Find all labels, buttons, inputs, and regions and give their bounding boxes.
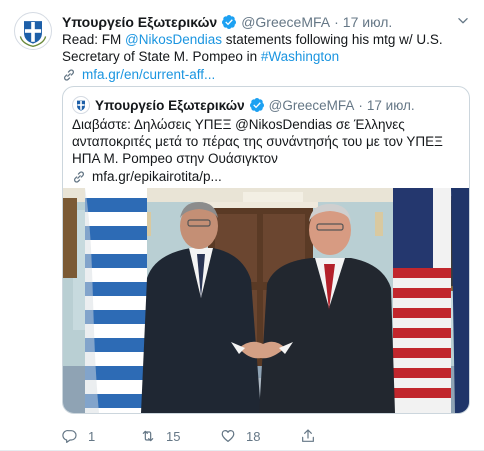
coat-of-arms-icon bbox=[73, 97, 89, 113]
verified-badge-icon bbox=[222, 15, 237, 29]
tweet-url[interactable]: mfa.gr/en/current-aff... bbox=[62, 66, 472, 83]
separator-dot: · bbox=[358, 97, 363, 113]
author-name[interactable]: Υπουργείο Εξωτερικών bbox=[62, 14, 217, 30]
quoted-author-handle: @GreeceMFA bbox=[268, 97, 355, 113]
quoted-tweet-text: Διαβάστε: Δηλώσεις ΥΠΕΞ @NikosDendias σε… bbox=[72, 116, 464, 185]
tweet-header: Υπουργείο Εξωτερικών @GreeceMFA · 17 июл… bbox=[62, 12, 456, 32]
author-handle[interactable]: @GreeceMFA bbox=[241, 14, 330, 30]
coat-of-arms-icon bbox=[15, 13, 51, 49]
quoted-timestamp: 17 июл. bbox=[366, 97, 415, 113]
reply-button[interactable]: 1 bbox=[62, 426, 95, 446]
tweet-timestamp[interactable]: 17 июл. bbox=[343, 14, 393, 30]
share-button[interactable] bbox=[300, 426, 326, 446]
like-button[interactable]: 18 bbox=[220, 426, 260, 446]
tweet-text: Read: FM @NikosDendias statements follow… bbox=[62, 31, 472, 83]
tweet-actions: 1 15 18 bbox=[62, 426, 362, 446]
retweet-icon bbox=[142, 430, 154, 442]
link-icon bbox=[64, 68, 74, 81]
quoted-tweet-url: mfa.gr/epikairotita/p... bbox=[72, 168, 464, 185]
link-icon bbox=[74, 170, 84, 183]
quoted-text-body: Διαβάστε: Δηλώσεις ΥΠΕΞ @NikosDendias σε… bbox=[72, 117, 443, 166]
separator-dot: · bbox=[334, 14, 339, 30]
quoted-author-avatar bbox=[72, 96, 90, 114]
like-icon bbox=[221, 430, 235, 442]
handshake-photo[interactable] bbox=[63, 188, 469, 413]
chevron-down-icon[interactable] bbox=[456, 14, 470, 28]
quoted-tweet-header: Υπουργείο Εξωτερικών @GreeceMFA · 17 июл… bbox=[95, 95, 459, 115]
reply-icon bbox=[62, 430, 77, 443]
handshake-photo-image bbox=[63, 188, 469, 413]
hashtag-link[interactable]: #Washington bbox=[261, 49, 339, 64]
tweet-text-prefix: Read: FM bbox=[62, 32, 126, 47]
retweet-button[interactable]: 15 bbox=[140, 426, 180, 446]
quoted-tweet[interactable]: Υπουργείο Εξωτερικών @GreeceMFA · 17 июл… bbox=[62, 86, 470, 414]
author-avatar[interactable] bbox=[14, 12, 52, 50]
share-icon bbox=[302, 429, 314, 442]
retweet-count: 15 bbox=[166, 428, 181, 444]
reply-count: 1 bbox=[88, 428, 96, 444]
quoted-author-name: Υπουργείο Εξωτερικών bbox=[95, 97, 245, 113]
tweet-url-text[interactable]: mfa.gr/en/current-aff... bbox=[82, 66, 215, 83]
tweet[interactable]: Υπουργείο Εξωτερικών @GreeceMFA · 17 июл… bbox=[0, 0, 484, 451]
verified-badge-icon bbox=[249, 98, 264, 112]
like-count: 18 bbox=[246, 428, 261, 444]
quoted-url-text: mfa.gr/epikairotita/p... bbox=[92, 169, 222, 184]
mention-link[interactable]: @NikosDendias bbox=[125, 32, 222, 47]
